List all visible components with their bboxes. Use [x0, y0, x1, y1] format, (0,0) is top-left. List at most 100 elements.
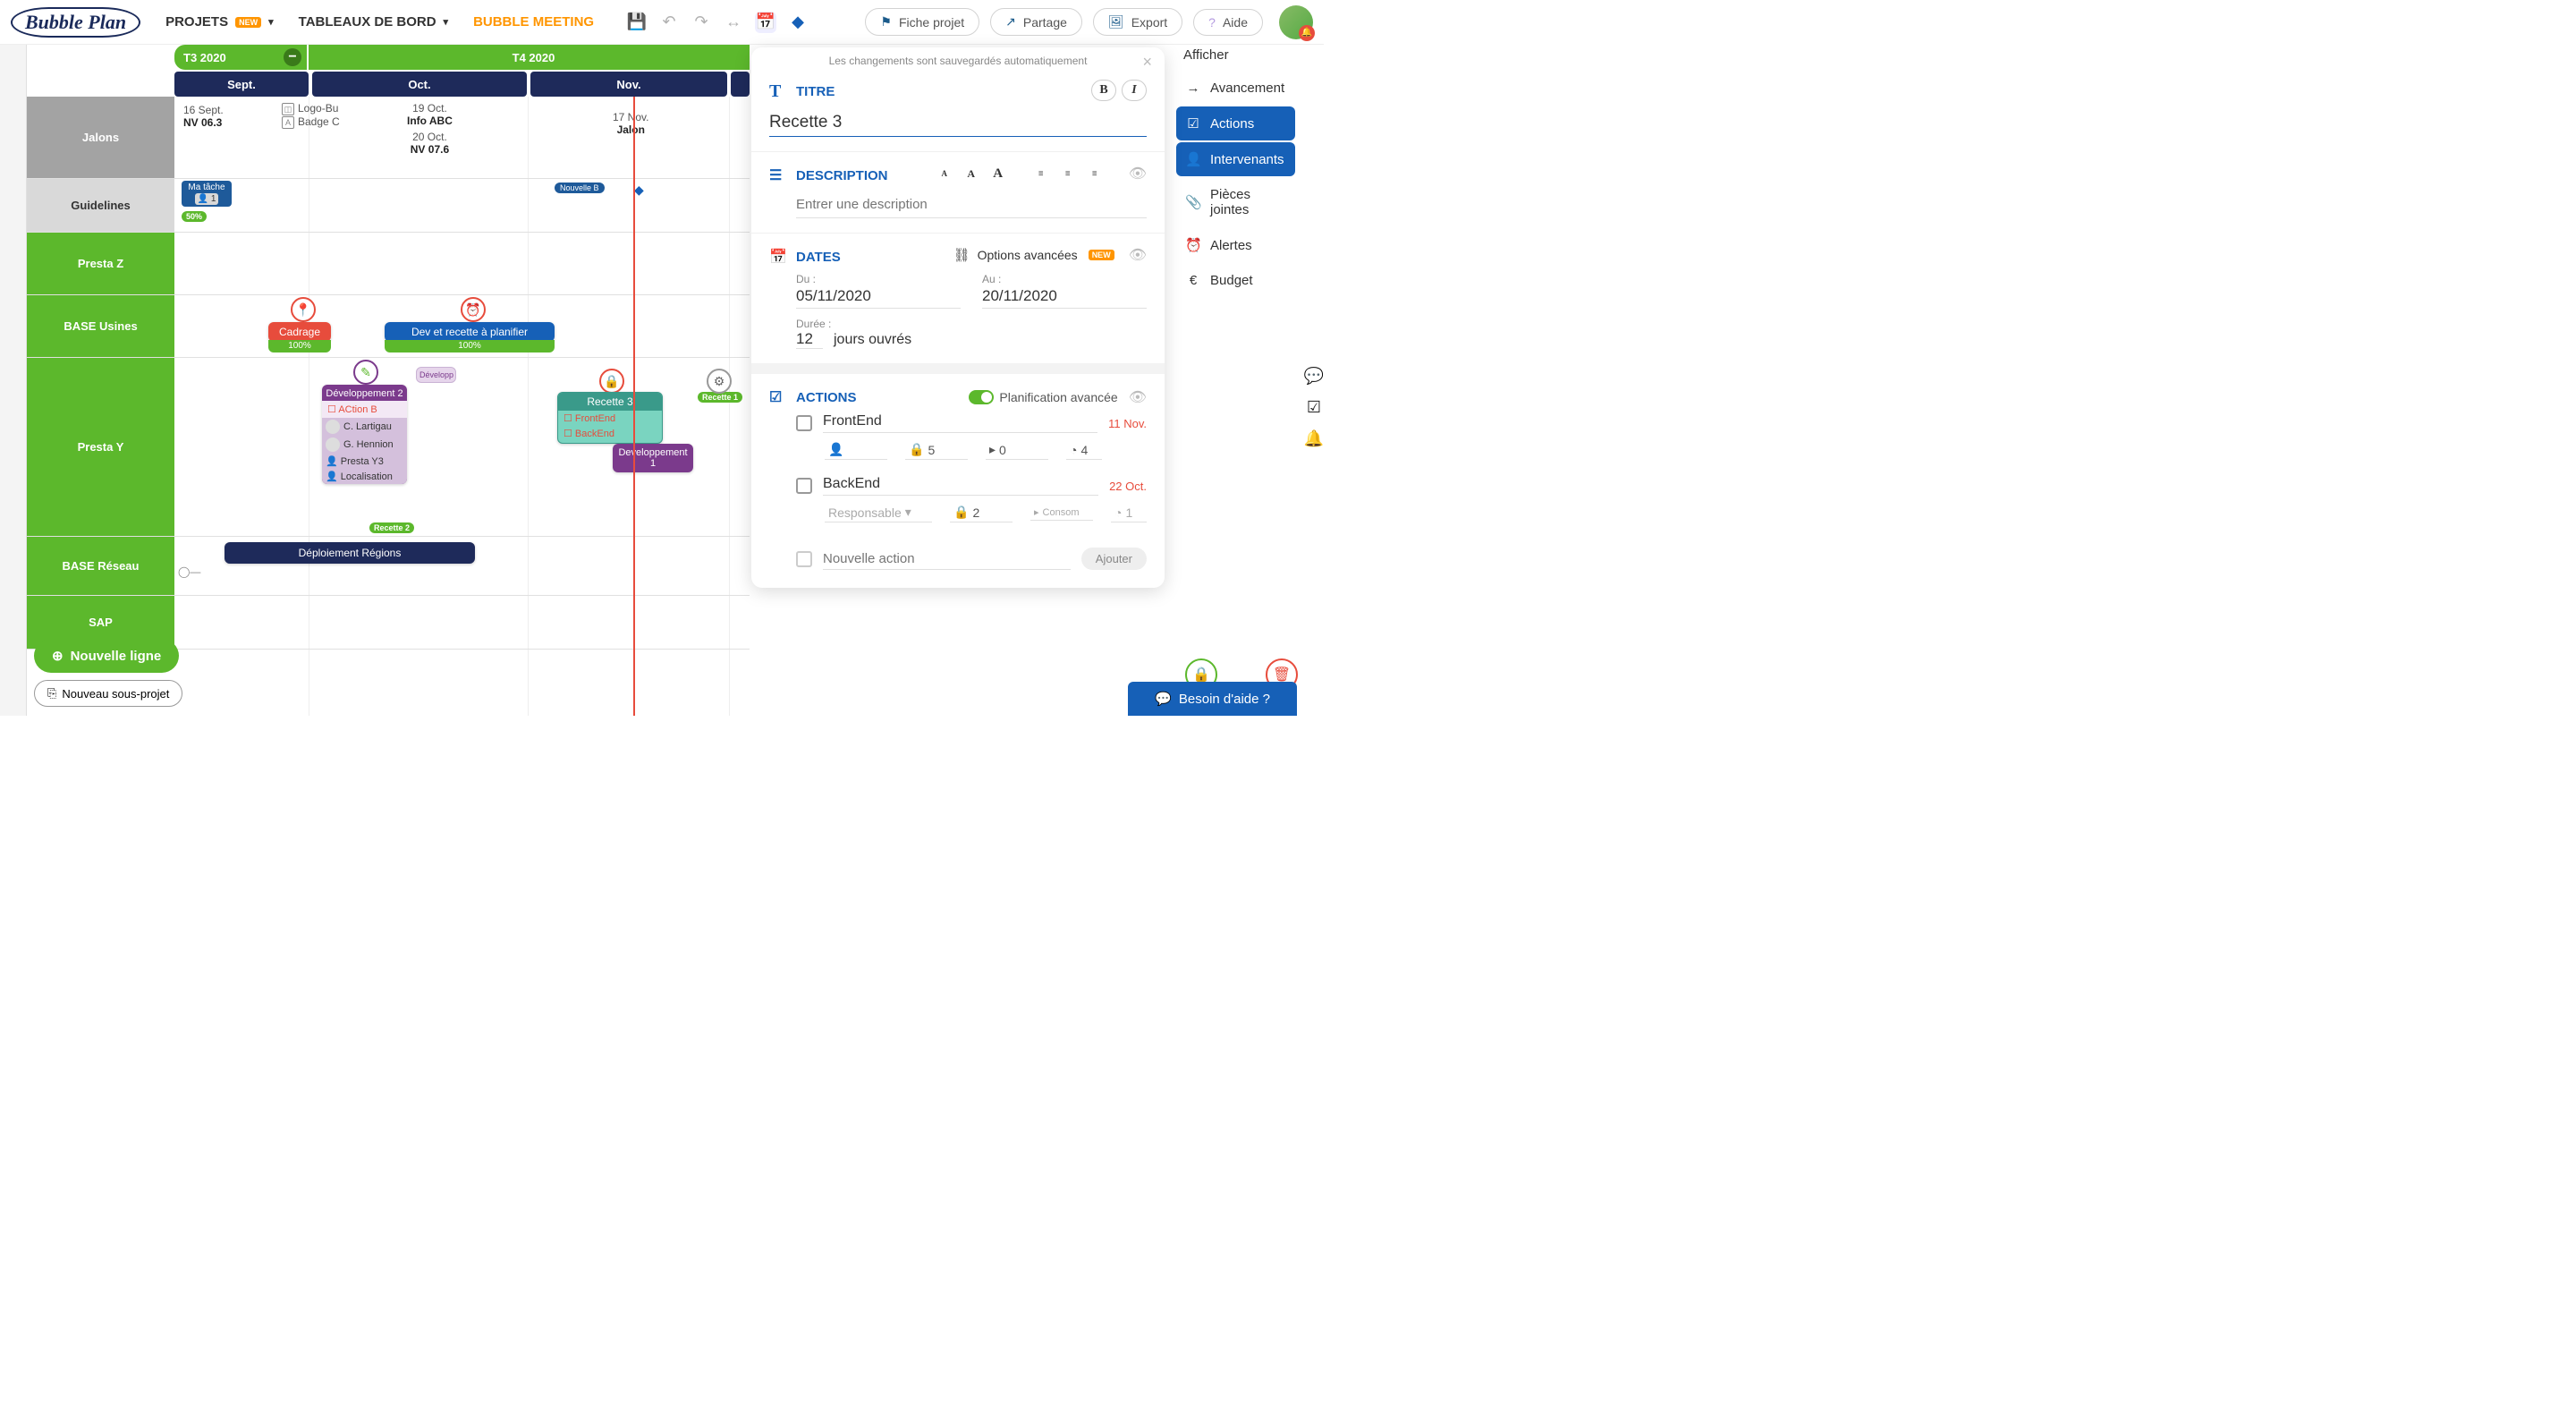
action-backend-pct[interactable]: ◔ 1: [1111, 504, 1147, 522]
action-frontend-consomme[interactable]: ▸ 0: [986, 440, 1048, 460]
fontsize-s-button[interactable]: A: [936, 165, 953, 183]
location-icon[interactable]: 📍: [291, 297, 316, 322]
redo-icon[interactable]: ↷: [691, 12, 712, 33]
task-deploiement[interactable]: Déploiement Régions: [225, 542, 475, 564]
titre-input[interactable]: [769, 109, 1147, 137]
badge-new-dates: NEW: [1089, 250, 1114, 260]
task-dev1[interactable]: Developpement 1: [613, 444, 693, 472]
fontsize-l-button[interactable]: A: [989, 165, 1007, 183]
rightbar-budget[interactable]: €Budget: [1176, 264, 1295, 297]
description-input[interactable]: [796, 191, 1147, 218]
quarter-t3[interactable]: T3 2020−: [174, 45, 309, 70]
ajouter-button[interactable]: Ajouter: [1081, 548, 1147, 570]
action-frontend-name[interactable]: FrontEnd: [823, 413, 1097, 433]
action-frontend-pct[interactable]: ◔ 4: [1066, 441, 1102, 460]
month-sept[interactable]: Sept.: [174, 72, 309, 97]
date-du[interactable]: Du : 05/11/2020: [796, 273, 961, 309]
new-action-input[interactable]: [823, 548, 1071, 570]
arrow-icon: →: [1185, 81, 1201, 96]
month-oct[interactable]: Oct.: [312, 72, 527, 97]
align-center-button[interactable]: ≡: [1059, 165, 1077, 183]
month-next[interactable]: [731, 72, 750, 97]
export-button[interactable]: 🖼Export: [1093, 8, 1182, 36]
rightbar-alertes[interactable]: ⏰Alertes: [1176, 228, 1295, 262]
task-dev2-p2: G. Hennion: [343, 439, 394, 450]
date-au-value: 20/11/2020: [982, 287, 1147, 309]
action-backend-checkbox[interactable]: [796, 478, 812, 494]
save-icon[interactable]: 💾: [626, 12, 648, 33]
actions-label: ACTIONS: [796, 390, 857, 405]
align-right-button[interactable]: ≡: [1086, 165, 1104, 183]
edit-icon[interactable]: ✎: [353, 360, 378, 385]
action-backend-charge[interactable]: 🔒 2: [950, 503, 1013, 522]
action-frontend-resp[interactable]: 👤: [825, 440, 887, 460]
undo-icon[interactable]: ↶: [658, 12, 680, 33]
action-backend-name[interactable]: BackEnd: [823, 476, 1098, 496]
partage-label: Partage: [1023, 15, 1067, 30]
task-recette3[interactable]: Recette 3 ☐ FrontEnd ☐ BackEnd: [557, 392, 663, 444]
visibility-dates-icon[interactable]: 👁: [1129, 246, 1147, 264]
rightbar-avancement-label: Avancement: [1210, 81, 1284, 96]
duree-value[interactable]: 12: [796, 330, 823, 349]
task-dev2[interactable]: Développement 2 ☐ ACtion B C. Lartigau G…: [322, 385, 407, 484]
help-floating-button[interactable]: 💬 Besoin d'aide ?: [1128, 682, 1297, 716]
italic-button[interactable]: I: [1122, 80, 1147, 101]
nav-bubble-meeting[interactable]: BUBBLE MEETING: [473, 14, 594, 30]
rightbar-avancement[interactable]: → Avancement: [1176, 72, 1295, 105]
visibility-icon[interactable]: 👁: [1129, 165, 1147, 183]
task-nouvelle-b[interactable]: Nouvelle B: [555, 183, 605, 193]
share-icon: ↗: [1005, 14, 1016, 30]
task-devrecette[interactable]: Dev et recette à planifier: [385, 322, 555, 342]
nouvelle-ligne-button[interactable]: ⊕Nouvelle ligne: [34, 639, 179, 673]
action-frontend-charge[interactable]: 🔒 5: [905, 440, 968, 460]
date-au[interactable]: Au : 20/11/2020: [982, 273, 1147, 309]
planification-toggle[interactable]: Planification avancée: [969, 390, 1117, 404]
chat-bubble-icon: 💬: [1155, 691, 1172, 707]
bell-icon[interactable]: 🔔: [1304, 429, 1324, 448]
aide-button[interactable]: ?Aide: [1193, 9, 1263, 36]
nouveau-sous-projet-button[interactable]: ⎘Nouveau sous-projet: [34, 680, 182, 707]
task-developp-mini[interactable]: Développ: [416, 367, 456, 383]
nav-projets[interactable]: PROJETSNEW: [165, 14, 274, 30]
align-left-button[interactable]: ≡: [1032, 165, 1050, 183]
section-dates: 📅 DATES ⛓ Options avancées NEW 👁 Du : 05…: [751, 233, 1165, 363]
action-backend-resp[interactable]: Responsable ▾: [825, 503, 932, 522]
link-icon: ◯—: [178, 565, 200, 578]
diamond-marker-icon: ◆: [634, 183, 644, 198]
avatar[interactable]: 🔔: [1279, 5, 1313, 39]
visibility-actions-icon[interactable]: 👁: [1129, 388, 1147, 406]
fit-icon[interactable]: ↔: [723, 12, 744, 33]
rowhead-base-usines: BASE Usines: [27, 295, 174, 357]
action-frontend-checkbox[interactable]: [796, 415, 812, 431]
task-cadrage-label: Cadrage: [279, 326, 320, 338]
calendar-view-icon[interactable]: 📅: [755, 12, 776, 33]
bold-button[interactable]: B: [1091, 80, 1116, 101]
gear-icon[interactable]: ⚙: [707, 369, 732, 394]
nav-tableaux[interactable]: TABLEAUX DE BORD: [299, 14, 448, 30]
task-cadrage[interactable]: Cadrage: [268, 322, 331, 342]
alarm-icon[interactable]: ⏰: [461, 297, 486, 322]
task-matache[interactable]: Ma tâche 👤 1: [182, 181, 232, 207]
action-frontend: FrontEnd 11 Nov.: [769, 406, 1147, 437]
jalon-3-label2: NV 07.6: [407, 143, 453, 156]
action-backend-consomme[interactable]: ▸ Consom: [1030, 505, 1093, 521]
rowhead-jalons: Jalons: [27, 97, 174, 178]
options-avancees-label[interactable]: Options avancées: [978, 248, 1078, 262]
collapse-icon[interactable]: −: [284, 48, 301, 66]
quarter-t4[interactable]: T4 2020: [309, 45, 750, 70]
lock-icon[interactable]: 🔒: [599, 369, 624, 394]
month-nov[interactable]: Nov.: [530, 72, 727, 97]
chat-icon[interactable]: 💬: [1304, 367, 1324, 386]
checklist-icon[interactable]: ☑: [1307, 398, 1321, 417]
flag-icon: ⚑: [880, 14, 892, 30]
notification-badge-icon: 🔔: [1299, 25, 1315, 41]
partage-button[interactable]: ↗ Partage: [990, 8, 1082, 36]
link-options-icon: ⛓: [953, 247, 970, 263]
action-new-checkbox[interactable]: [796, 551, 812, 567]
fiche-projet-button[interactable]: ⚑Fiche projet: [865, 8, 979, 36]
fontsize-m-button[interactable]: A: [962, 165, 980, 183]
rightbar-pieces[interactable]: 📎Pièces jointes: [1176, 178, 1295, 226]
diamond-icon[interactable]: ◆: [787, 12, 809, 33]
rightbar-intervenants[interactable]: 👤Intervenants: [1176, 142, 1295, 176]
rightbar-actions[interactable]: ☑Actions: [1176, 106, 1295, 140]
